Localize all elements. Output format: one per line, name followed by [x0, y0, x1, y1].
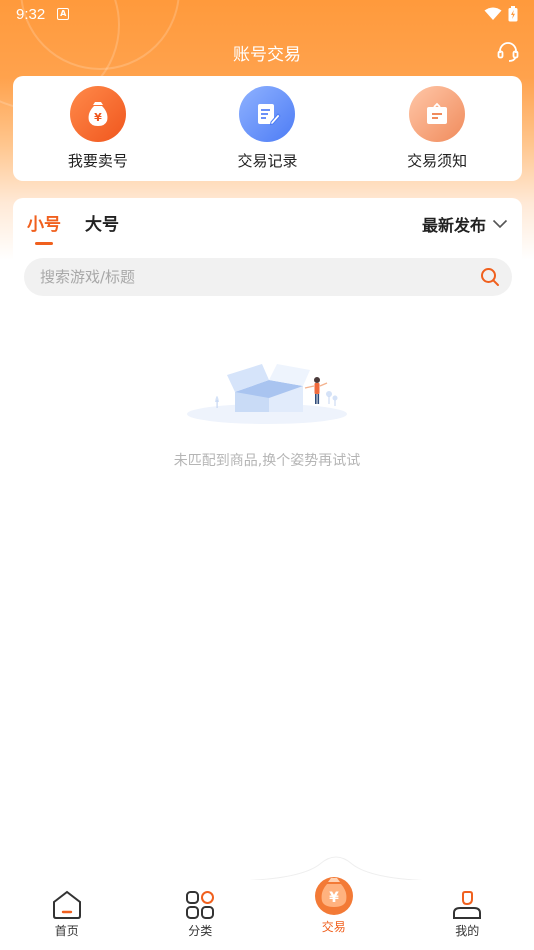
- trade-icon: ¥: [314, 877, 353, 915]
- document-edit-icon: [239, 86, 296, 142]
- home-icon: [52, 890, 81, 919]
- trade-notice-button[interactable]: 交易须知: [367, 86, 507, 171]
- battery-icon: [508, 6, 518, 22]
- size-tabs: 小号 大号: [27, 210, 119, 245]
- sort-label: 最新发布: [421, 216, 486, 235]
- bottom-nav: 首页 分类 ¥ 交易 我的: [0, 877, 534, 950]
- svg-text:¥: ¥: [329, 890, 339, 906]
- nav-profile[interactable]: 我的: [417, 880, 517, 939]
- sell-account-button[interactable]: ¥ 我要卖号: [28, 86, 168, 171]
- search-bar: [24, 258, 512, 296]
- tab-large-account[interactable]: 大号: [85, 210, 119, 245]
- sell-account-label: 我要卖号: [67, 152, 128, 170]
- nav-trade-label: 交易: [321, 920, 346, 934]
- tab-small-account[interactable]: 小号: [27, 210, 61, 245]
- money-bag-icon: ¥: [69, 86, 126, 142]
- chevron-down-icon: [492, 219, 508, 229]
- search-input[interactable]: [40, 268, 480, 286]
- tabbar-bump: [0, 856, 534, 882]
- empty-state: 未匹配到商品,换个姿势再试试: [0, 350, 534, 470]
- svg-text:¥: ¥: [94, 111, 102, 124]
- active-tab-indicator: [35, 242, 53, 245]
- empty-box-illustration: [187, 364, 347, 424]
- trade-records-label: 交易记录: [237, 152, 298, 170]
- customer-service-icon[interactable]: [496, 40, 520, 64]
- nav-profile-label: 我的: [455, 924, 480, 938]
- empty-state-message: 未匹配到商品,换个姿势再试试: [173, 453, 361, 469]
- nav-home-label: 首页: [54, 924, 79, 938]
- notice-box-icon: [409, 86, 466, 142]
- sort-dropdown[interactable]: 最新发布: [422, 212, 508, 236]
- search-icon[interactable]: [480, 267, 500, 287]
- wifi-icon: [484, 7, 502, 20]
- category-icon: [186, 891, 215, 919]
- nav-trade[interactable]: ¥ 交易: [284, 872, 384, 935]
- trade-notice-label: 交易须知: [407, 152, 468, 170]
- nav-category[interactable]: 分类: [150, 880, 250, 939]
- page-title: 账号交易: [233, 44, 301, 65]
- profile-icon: [453, 891, 482, 919]
- trade-records-button[interactable]: 交易记录: [197, 86, 337, 171]
- tab-large-account-label: 大号: [85, 215, 119, 235]
- nav-home[interactable]: 首页: [17, 880, 117, 939]
- tab-small-account-label: 小号: [27, 215, 61, 235]
- nav-category-label: 分类: [188, 924, 213, 938]
- title-bar: 账号交易: [0, 34, 534, 70]
- notification-a-icon: A: [57, 8, 70, 20]
- status-time: 9:32: [16, 5, 46, 23]
- status-bar: 9:32 A: [0, 0, 534, 28]
- quick-actions-card: ¥ 我要卖号 交易记录 交易须知: [13, 76, 522, 181]
